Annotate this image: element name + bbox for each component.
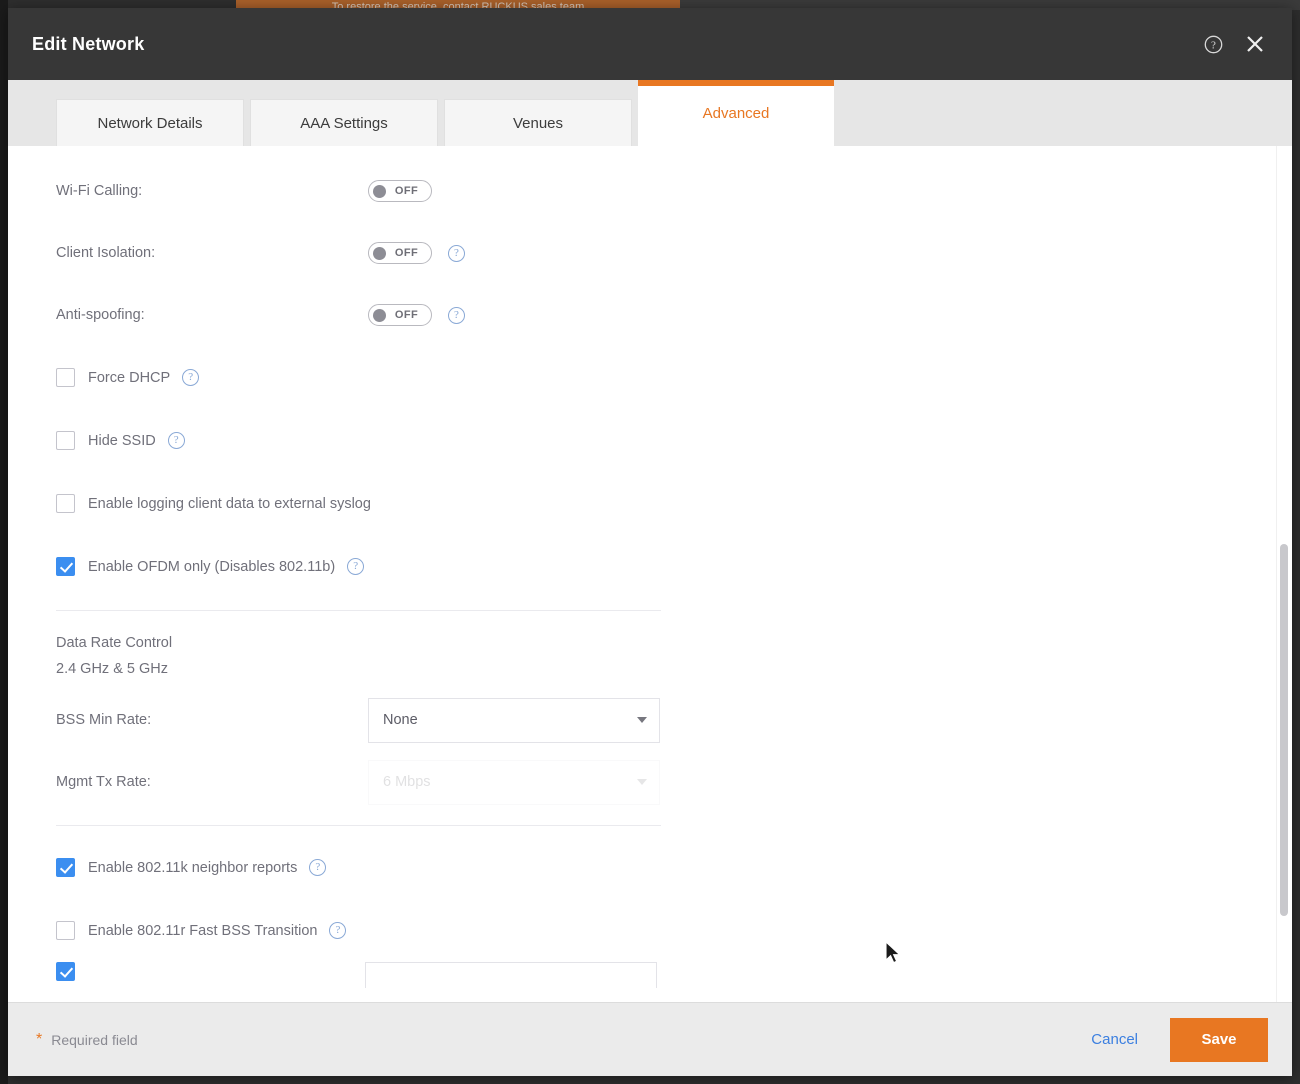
row-enable-80211r: Enable 802.11r Fast BSS Transition ? <box>56 899 668 962</box>
enable-80211r-label: Enable 802.11r Fast BSS Transition <box>88 922 318 939</box>
enable-80211k-checkbox[interactable] <box>56 858 75 877</box>
advanced-form: Wi-Fi Calling: OFF Client Isolation: OFF <box>8 160 668 988</box>
bss-min-rate-label: BSS Min Rate: <box>56 712 152 728</box>
clipped-select[interactable] <box>365 962 657 988</box>
toggle-knob <box>373 184 386 198</box>
tab-advanced[interactable]: Advanced <box>638 80 834 146</box>
enable-syslog-logging-label: Enable logging client data to external s… <box>88 495 371 512</box>
tab-label: Network Details <box>97 114 203 132</box>
advanced-settings-scroll-area: Wi-Fi Calling: OFF Client Isolation: OFF <box>8 146 1274 1002</box>
enable-80211r-help-icon[interactable]: ? <box>329 922 347 939</box>
wifi-calling-toggle[interactable]: OFF <box>368 180 432 202</box>
toggle-state: OFF <box>394 309 419 321</box>
divider-above-data-rate <box>56 610 661 611</box>
row-force-dhcp: Force DHCP ? <box>56 346 668 409</box>
enable-ofdm-only-label: Enable OFDM only (Disables 802.11b) <box>88 558 336 575</box>
row-hide-ssid: Hide SSID ? <box>56 409 668 472</box>
force-dhcp-checkbox[interactable] <box>56 368 75 387</box>
client-isolation-toggle[interactable]: OFF <box>368 242 432 264</box>
enable-80211k-help-icon[interactable]: ? <box>309 859 327 876</box>
enable-80211k-label: Enable 802.11k neighbor reports <box>88 859 298 876</box>
tab-venues[interactable]: Venues <box>444 99 632 146</box>
toggle-knob <box>373 246 386 260</box>
row-wifi-calling: Wi-Fi Calling: OFF <box>56 160 668 222</box>
required-asterisk-icon: * <box>36 1030 43 1048</box>
cancel-button[interactable]: Cancel <box>1073 1023 1156 1056</box>
hide-ssid-help-icon[interactable]: ? <box>167 432 185 449</box>
page-root: To restore the service, contact RUCKUS s… <box>0 0 1300 1084</box>
data-rate-control-title: Data Rate Control <box>56 635 173 651</box>
divider-below-data-rate <box>56 825 661 826</box>
tab-aaa-settings[interactable]: AAA Settings <box>250 99 438 146</box>
row-enable-80211k: Enable 802.11k neighbor reports ? <box>56 836 668 899</box>
svg-text:?: ? <box>1211 39 1216 51</box>
enable-ofdm-only-help-icon[interactable]: ? <box>347 558 365 575</box>
anti-spoofing-label: Anti-spoofing: <box>56 307 145 323</box>
chevron-down-icon <box>637 779 647 785</box>
enable-syslog-logging-checkbox[interactable] <box>56 494 75 513</box>
row-anti-spoofing: Anti-spoofing: OFF ? <box>56 284 668 346</box>
toggle-state: OFF <box>394 247 419 259</box>
save-button[interactable]: Save <box>1170 1017 1268 1062</box>
background-left-edge <box>0 0 8 1084</box>
modal-header: Edit Network ? <box>8 8 1292 80</box>
row-enable-syslog-logging: Enable logging client data to external s… <box>56 472 668 535</box>
scrollbar-thumb[interactable] <box>1280 544 1288 916</box>
mgmt-tx-rate-label: Mgmt Tx Rate: <box>56 774 151 790</box>
modal-body: Wi-Fi Calling: OFF Client Isolation: OFF <box>8 146 1292 1002</box>
bss-min-rate-select[interactable]: None <box>368 697 660 743</box>
hide-ssid-label: Hide SSID <box>88 432 156 449</box>
required-field-text: Required field <box>51 1031 138 1048</box>
required-field-note: * Required field <box>36 1030 138 1048</box>
tab-label: Advanced <box>702 104 770 122</box>
anti-spoofing-toggle[interactable]: OFF <box>368 304 432 326</box>
row-bss-min-rate: BSS Min Rate: None <box>56 689 668 751</box>
modal-footer: * Required field Cancel Save <box>8 1002 1292 1076</box>
toggle-knob <box>373 308 386 322</box>
row-client-isolation: Client Isolation: OFF ? <box>56 222 668 284</box>
enable-ofdm-only-checkbox[interactable] <box>56 557 75 576</box>
client-isolation-help-icon[interactable]: ? <box>448 244 465 262</box>
force-dhcp-help-icon[interactable]: ? <box>182 369 200 386</box>
clipped-checkbox[interactable] <box>56 962 75 981</box>
row-mgmt-tx-rate: Mgmt Tx Rate: 6 Mbps <box>56 751 668 813</box>
enable-80211r-checkbox[interactable] <box>56 921 75 940</box>
help-circle-icon[interactable]: ? <box>1198 29 1228 59</box>
close-icon[interactable] <box>1240 29 1270 59</box>
bss-min-rate-value: None <box>383 712 418 728</box>
row-clipped-next-setting <box>56 962 668 988</box>
chevron-down-icon <box>637 717 647 723</box>
mgmt-tx-rate-select[interactable]: 6 Mbps <box>368 759 660 805</box>
tab-label: AAA Settings <box>300 114 388 132</box>
data-rate-control-bands: 2.4 GHz & 5 GHz <box>56 661 169 677</box>
anti-spoofing-help-icon[interactable]: ? <box>448 306 465 324</box>
row-enable-ofdm-only: Enable OFDM only (Disables 802.11b) ? <box>56 535 668 598</box>
edit-network-modal: Edit Network ? Network Details AAA Setti… <box>8 8 1292 1076</box>
tab-bar: Network Details AAA Settings Venues Adva… <box>8 80 1292 146</box>
tab-network-details[interactable]: Network Details <box>56 99 244 146</box>
tab-label: Venues <box>512 114 564 132</box>
toggle-state: OFF <box>394 185 419 197</box>
mgmt-tx-rate-value: 6 Mbps <box>383 774 431 790</box>
client-isolation-label: Client Isolation: <box>56 245 156 261</box>
hide-ssid-checkbox[interactable] <box>56 431 75 450</box>
force-dhcp-label: Force DHCP <box>88 369 171 386</box>
vertical-scrollbar[interactable] <box>1276 146 1290 1002</box>
wifi-calling-label: Wi-Fi Calling: <box>56 183 143 199</box>
page-title: Edit Network <box>32 33 145 54</box>
